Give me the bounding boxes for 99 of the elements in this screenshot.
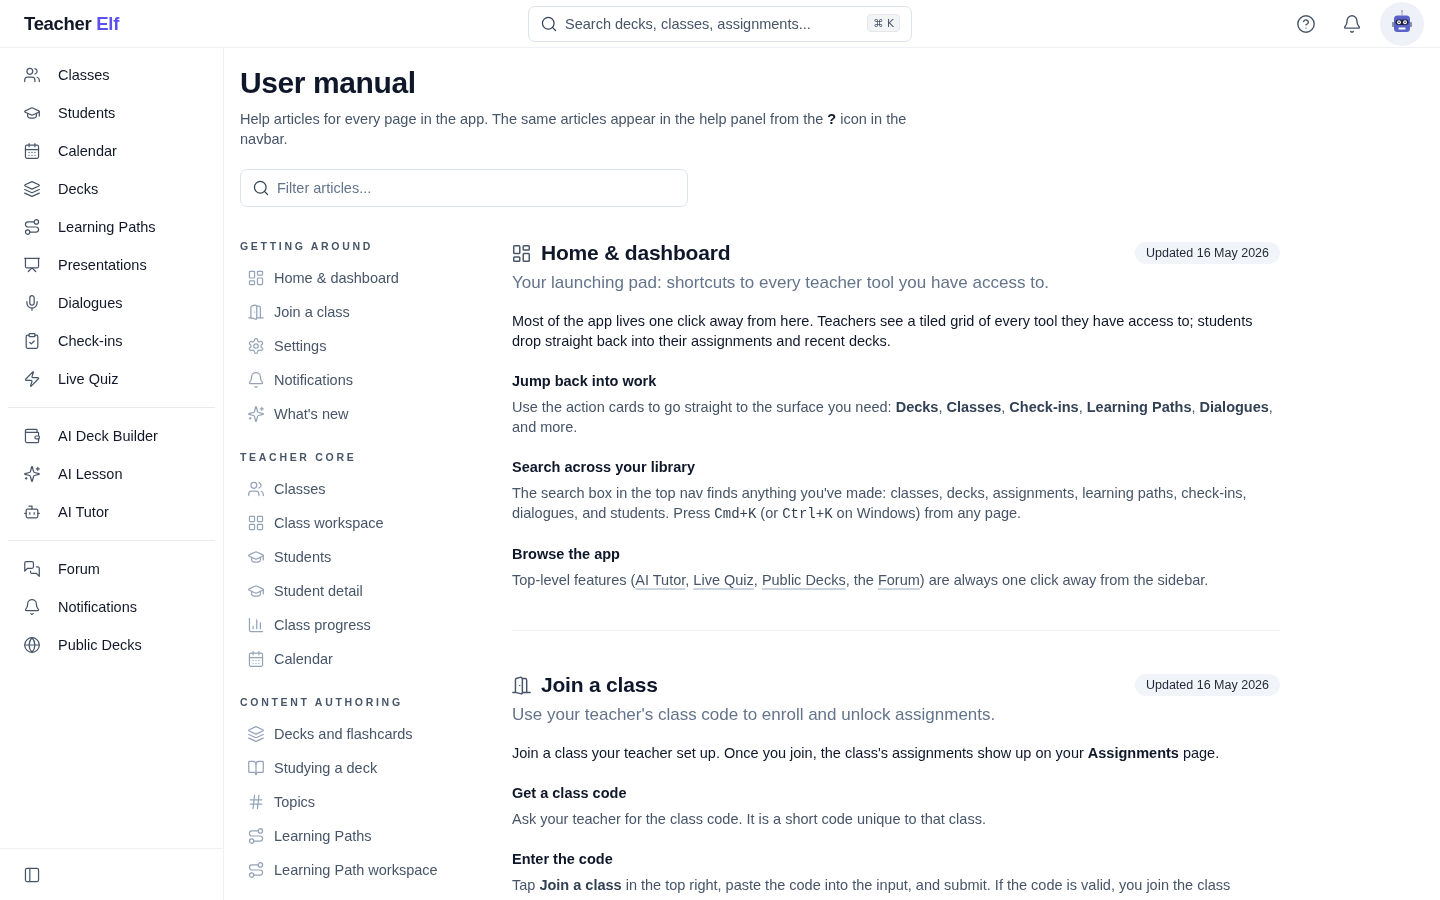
robot-avatar-icon[interactable] — [1380, 1, 1424, 46]
sidebar-item[interactable]: Students — [8, 94, 215, 132]
door-icon — [512, 675, 531, 695]
sidebar-item[interactable]: Forum — [8, 550, 215, 588]
article-link[interactable]: Studying a deck — [240, 751, 480, 785]
bell-icon — [24, 599, 40, 615]
page-title: User manual — [240, 65, 417, 101]
section-heading: GETTING AROUND — [240, 239, 375, 254]
bell-icon — [1343, 14, 1361, 33]
sidebar-item[interactable]: AI Lesson — [8, 455, 215, 493]
sidebar-item[interactable]: Learning Paths — [8, 208, 215, 246]
filter-field[interactable]: Filter articles... — [240, 169, 688, 207]
article-subtitle: Your launching pad: shortcuts to every teacher tool you have access to. — [512, 272, 1051, 294]
help-icon — [1297, 14, 1315, 33]
clipboard-check-icon — [24, 333, 40, 349]
article-intro: Most of the app lives one click away from here. Teachers see a tiled grid of every tool they have access to; students drop straight back into their assignments and recent decks. — [512, 312, 1254, 351]
section-text: The search box in the top nav finds anything you've made: classes, decks, assignments, learning paths, check-ins, dialogues, and students. Press Cmd+K (or Ctrl+K on Windows) from any page. — [512, 484, 1248, 524]
sidebar-item[interactable]: Dialogues — [8, 284, 215, 322]
article-link[interactable]: What's new — [240, 397, 480, 431]
sparkles-icon — [248, 406, 264, 422]
layers-icon — [248, 726, 264, 742]
sidebar-item[interactable]: Calendar — [8, 132, 215, 170]
dashboard-icon — [248, 270, 264, 286]
sidebar-item[interactable]: Notifications — [8, 588, 215, 626]
users-icon — [24, 67, 40, 83]
graduation-cap-icon — [248, 549, 264, 565]
door-icon — [248, 304, 264, 320]
presentation-board-icon — [24, 257, 40, 273]
page-description: Help articles for every page in the app. The same articles appear in the help panel from the ? icon in the navbar. — [240, 110, 908, 149]
sidebar-panel-icon — [24, 866, 40, 883]
section-text: Use the action cards to go straight to the surface you need: Decks, Classes, Check-ins, Learning Paths, Dialogues, and more. — [512, 398, 1274, 437]
section-heading: CONTENT AUTHORING — [240, 695, 404, 710]
article-title: Join a class — [541, 672, 658, 698]
gear-icon — [248, 338, 264, 354]
sidebar-item[interactable]: Public Decks — [8, 626, 215, 664]
hash-icon — [248, 794, 264, 810]
article-link[interactable]: Class progress — [240, 608, 480, 642]
lightning-icon — [24, 371, 40, 387]
route-icon — [24, 219, 40, 235]
calendar-icon — [248, 651, 264, 667]
grid-icon — [248, 515, 264, 531]
globe-icon — [24, 637, 40, 653]
article-link[interactable]: Join a class — [240, 295, 480, 329]
article-link[interactable]: Learning Paths — [240, 819, 480, 853]
section-text: Top-level features (AI Tutor, Live Quiz, Public Decks, the Forum) are always one click away from the sidebar. — [512, 571, 1210, 590]
book-icon — [248, 760, 264, 776]
sparkles-icon — [24, 466, 40, 482]
app-logo[interactable]: Teacher Elf — [24, 12, 120, 35]
wallet-icon — [24, 428, 40, 444]
robot-icon — [24, 504, 40, 520]
article-title: Home & dashboard — [541, 240, 731, 266]
inline-link[interactable]: AI Tutor — [635, 572, 686, 588]
article-link[interactable]: Class workspace — [240, 506, 480, 540]
section-title: Search across your library — [512, 458, 696, 477]
article-link[interactable]: Settings — [240, 329, 480, 363]
users-icon — [248, 481, 264, 497]
article-link[interactable]: Notifications — [240, 363, 480, 397]
chat-bubbles-icon — [24, 561, 40, 577]
bell-icon — [248, 372, 264, 388]
graduation-cap-icon — [248, 583, 264, 599]
sidebar-item[interactable]: Presentations — [8, 246, 215, 284]
article-link[interactable]: Learning Path workspace — [240, 853, 480, 887]
search-icon — [253, 180, 269, 196]
article-link[interactable]: Home & dashboard — [240, 261, 480, 295]
inline-link[interactable]: Live Quiz — [693, 572, 754, 588]
section-text: Tap Join a class in the top right, paste the code into the input, and submit. If the code is valid, you join the class — [512, 876, 1232, 895]
dashboard-icon — [512, 243, 531, 263]
article-link[interactable]: Classes — [240, 472, 480, 506]
section-title: Get a class code — [512, 784, 628, 803]
route-icon — [248, 862, 264, 878]
sidebar-item[interactable]: Decks — [8, 170, 215, 208]
inline-link[interactable]: Forum — [877, 572, 920, 588]
route-icon — [248, 828, 264, 844]
section-heading: TEACHER CORE — [240, 450, 358, 465]
section-title: Jump back into work — [512, 372, 658, 391]
calendar-icon — [24, 143, 40, 159]
section-title: Browse the app — [512, 545, 621, 564]
article-intro: Join a class your teacher set up. Once you join, the class's assignments show up on your Assignments page. — [512, 744, 1221, 763]
article-link[interactable]: Calendar — [240, 642, 480, 676]
article-link[interactable]: Topics — [240, 785, 480, 819]
section-title: Enter the code — [512, 850, 614, 869]
microphone-icon — [24, 295, 40, 311]
updated-date-badge: Updated 16 May 2026 — [1135, 674, 1280, 696]
article-link[interactable]: Student detail — [240, 574, 480, 608]
layers-icon — [24, 181, 40, 197]
inline-link[interactable]: Public Decks — [761, 572, 846, 588]
bar-chart-icon — [248, 617, 264, 633]
article-link[interactable]: Students — [240, 540, 480, 574]
sidebar-item[interactable]: AI Tutor — [8, 493, 215, 531]
sidebar-item[interactable]: AI Deck Builder — [8, 417, 215, 455]
article-subtitle: Use your teacher's class code to enroll and unlock assignments. — [512, 704, 997, 726]
sidebar-item[interactable]: Live Quiz — [8, 360, 215, 398]
sidebar-item[interactable]: Check-ins — [8, 322, 215, 360]
sidebar-item[interactable]: Classes — [8, 56, 215, 94]
search-icon — [541, 15, 557, 32]
section-text: Ask your teacher for the class code. It is a short code unique to that class. — [512, 810, 987, 829]
graduation-cap-icon — [24, 105, 40, 121]
article-link[interactable]: Decks and flashcards — [240, 717, 480, 751]
updated-date-badge: Updated 16 May 2026 — [1135, 242, 1280, 264]
